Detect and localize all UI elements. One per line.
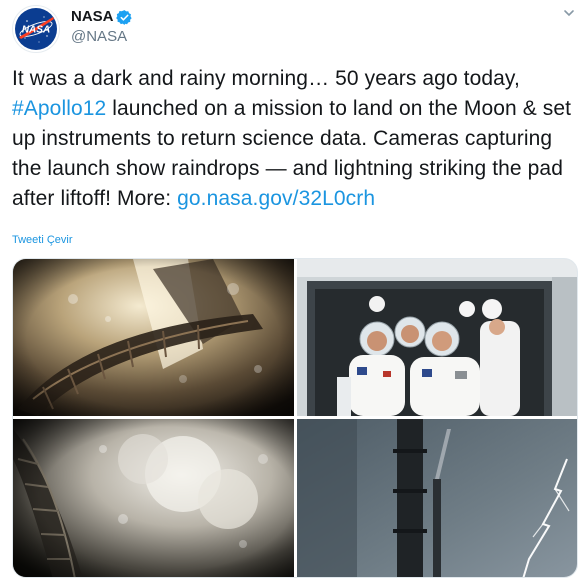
- verified-badge-icon: [116, 10, 132, 25]
- tweet-text-part: It was a dark and rainy morning… 50 year…: [12, 67, 520, 90]
- tweet-card: NASA NASA @NASA It was a dark and rainy …: [0, 0, 585, 588]
- more-info-link[interactable]: go.nasa.gov/32L0crh: [177, 187, 375, 210]
- launch-smoke-raindrops-photo[interactable]: [13, 419, 294, 577]
- launch-tower-raindrops-photo[interactable]: [13, 259, 294, 416]
- hashtag-link[interactable]: #Apollo12: [12, 97, 106, 120]
- account-name[interactable]: NASA: [71, 8, 114, 25]
- media-grid: [12, 258, 578, 578]
- astronauts-walkout-photo[interactable]: [297, 259, 577, 416]
- chevron-down-icon[interactable]: [562, 6, 576, 20]
- nasa-logo-icon: NASA: [15, 8, 57, 50]
- lightning-strike-photo[interactable]: [297, 419, 577, 577]
- translate-tweet-link[interactable]: Tweeti Çevir: [12, 234, 73, 246]
- nasa-wordmark: NASA: [22, 25, 50, 36]
- account-handle[interactable]: @NASA: [71, 28, 127, 45]
- avatar[interactable]: NASA: [12, 5, 60, 53]
- tweet-text: It was a dark and rainy morning… 50 year…: [12, 64, 578, 214]
